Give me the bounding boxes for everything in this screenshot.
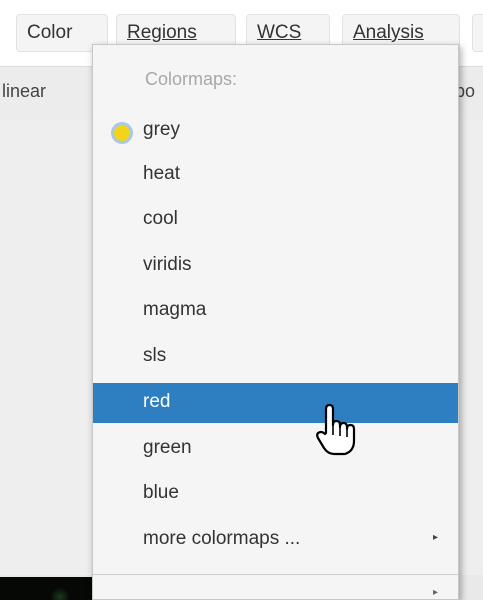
colormap-item-heat[interactable]: heat bbox=[93, 155, 458, 195]
colormap-item-viridis[interactable]: viridis bbox=[93, 246, 458, 286]
colormap-item-blue[interactable]: blue bbox=[93, 474, 458, 514]
colormap-label: more colormaps ... bbox=[143, 528, 301, 549]
colormap-item-sls[interactable]: sls bbox=[93, 337, 458, 377]
selected-radio-icon bbox=[111, 122, 133, 144]
colormap-dropdown: Colormaps: grey heat cool viridis magma … bbox=[92, 44, 459, 600]
colormap-item-more[interactable]: more colormaps ... ▸ bbox=[93, 520, 458, 560]
colormap-item-magma[interactable]: magma bbox=[93, 291, 458, 331]
menu-regions-label: Regions bbox=[127, 22, 197, 43]
chevron-right-icon: ▸ bbox=[432, 532, 438, 543]
colormap-label: sls bbox=[143, 345, 167, 366]
colormap-item-red[interactable]: red bbox=[93, 383, 458, 423]
colormap-label: viridis bbox=[143, 254, 192, 275]
colormap-item-cool[interactable]: cool bbox=[93, 200, 458, 240]
menu-divider bbox=[93, 574, 458, 575]
colormap-item-grey[interactable]: grey bbox=[93, 111, 458, 151]
menu-wcs-label: WCS bbox=[257, 22, 302, 43]
colormap-label: heat bbox=[143, 163, 180, 184]
scale-label[interactable]: linear bbox=[2, 81, 46, 102]
colormap-label: blue bbox=[143, 482, 179, 503]
colormap-label: grey bbox=[143, 119, 180, 140]
menu-analysis-label: Analysis bbox=[353, 22, 424, 43]
colormaps-header: Colormaps: bbox=[145, 69, 238, 89]
colormap-label: magma bbox=[143, 299, 207, 320]
colormap-label: green bbox=[143, 437, 192, 458]
menu-more[interactable] bbox=[472, 14, 483, 52]
hand-pointer-icon bbox=[316, 403, 356, 456]
colormap-item-green[interactable]: green bbox=[93, 429, 458, 469]
colormap-label: red bbox=[143, 391, 171, 412]
chevron-right-icon: ▸ bbox=[432, 587, 438, 598]
colormap-label: cool bbox=[143, 208, 178, 229]
